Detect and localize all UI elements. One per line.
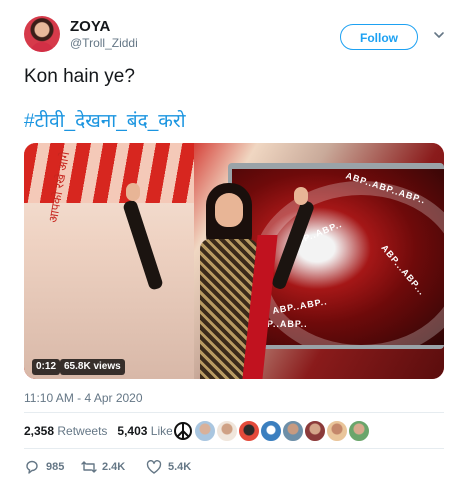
tweet-timestamp[interactable]: 11:10 AM - 4 Apr 2020	[24, 391, 143, 405]
liker-avatar[interactable]	[216, 420, 238, 442]
follow-button[interactable]: Follow	[340, 24, 418, 50]
divider	[24, 448, 444, 449]
retweet-icon	[81, 461, 97, 473]
retweets-count[interactable]: 2,358	[24, 424, 54, 438]
retweets-label[interactable]: Retweets	[57, 424, 107, 438]
engagement-stats: 2,358 Retweets 5,403 Likes	[24, 424, 179, 438]
video-subject	[122, 183, 316, 379]
hashtag-link[interactable]: #टीवी_देखना_बंद_करो	[24, 107, 186, 133]
retweet-count: 2.4K	[102, 461, 126, 473]
reply-icon	[26, 460, 38, 474]
peace-icon	[174, 422, 192, 440]
subject-face	[215, 193, 243, 227]
liker-avatar[interactable]	[194, 420, 216, 442]
reply-count: 985	[46, 461, 65, 473]
heart-icon	[146, 460, 162, 474]
video-player[interactable]: आपको रखे आगे ABP..ABP..ABP.. ABP..ABP.. …	[24, 143, 444, 379]
author-display-name[interactable]: ZOYA	[70, 18, 110, 35]
tweet-text: Kon hain ye?	[24, 66, 135, 87]
video-duration-badge: 0:12	[32, 359, 61, 375]
author-handle[interactable]: @Troll_Ziddi	[70, 36, 138, 50]
reply-button[interactable]: 985	[24, 458, 74, 476]
chevron-down-icon[interactable]	[433, 29, 445, 41]
retweet-button[interactable]: 2.4K	[80, 458, 136, 476]
divider	[24, 412, 444, 413]
liker-avatar[interactable]	[304, 420, 326, 442]
liker-avatar[interactable]	[172, 420, 194, 442]
subject-hand	[126, 183, 140, 201]
liker-avatar[interactable]	[326, 420, 348, 442]
liker-avatar[interactable]	[260, 420, 282, 442]
video-views-badge: 65.8K views	[60, 359, 125, 375]
like-button[interactable]: 5.4K	[146, 458, 202, 476]
like-count: 5.4K	[168, 461, 192, 473]
liker-avatar[interactable]	[348, 420, 370, 442]
tweet-header: ZOYA @Troll_Ziddi Follow	[24, 16, 454, 56]
liker-avatar[interactable]	[238, 420, 260, 442]
author-avatar[interactable]	[24, 16, 60, 52]
likes-count[interactable]: 5,403	[117, 424, 147, 438]
liker-avatar[interactable]	[282, 420, 304, 442]
subject-hand	[294, 187, 308, 205]
